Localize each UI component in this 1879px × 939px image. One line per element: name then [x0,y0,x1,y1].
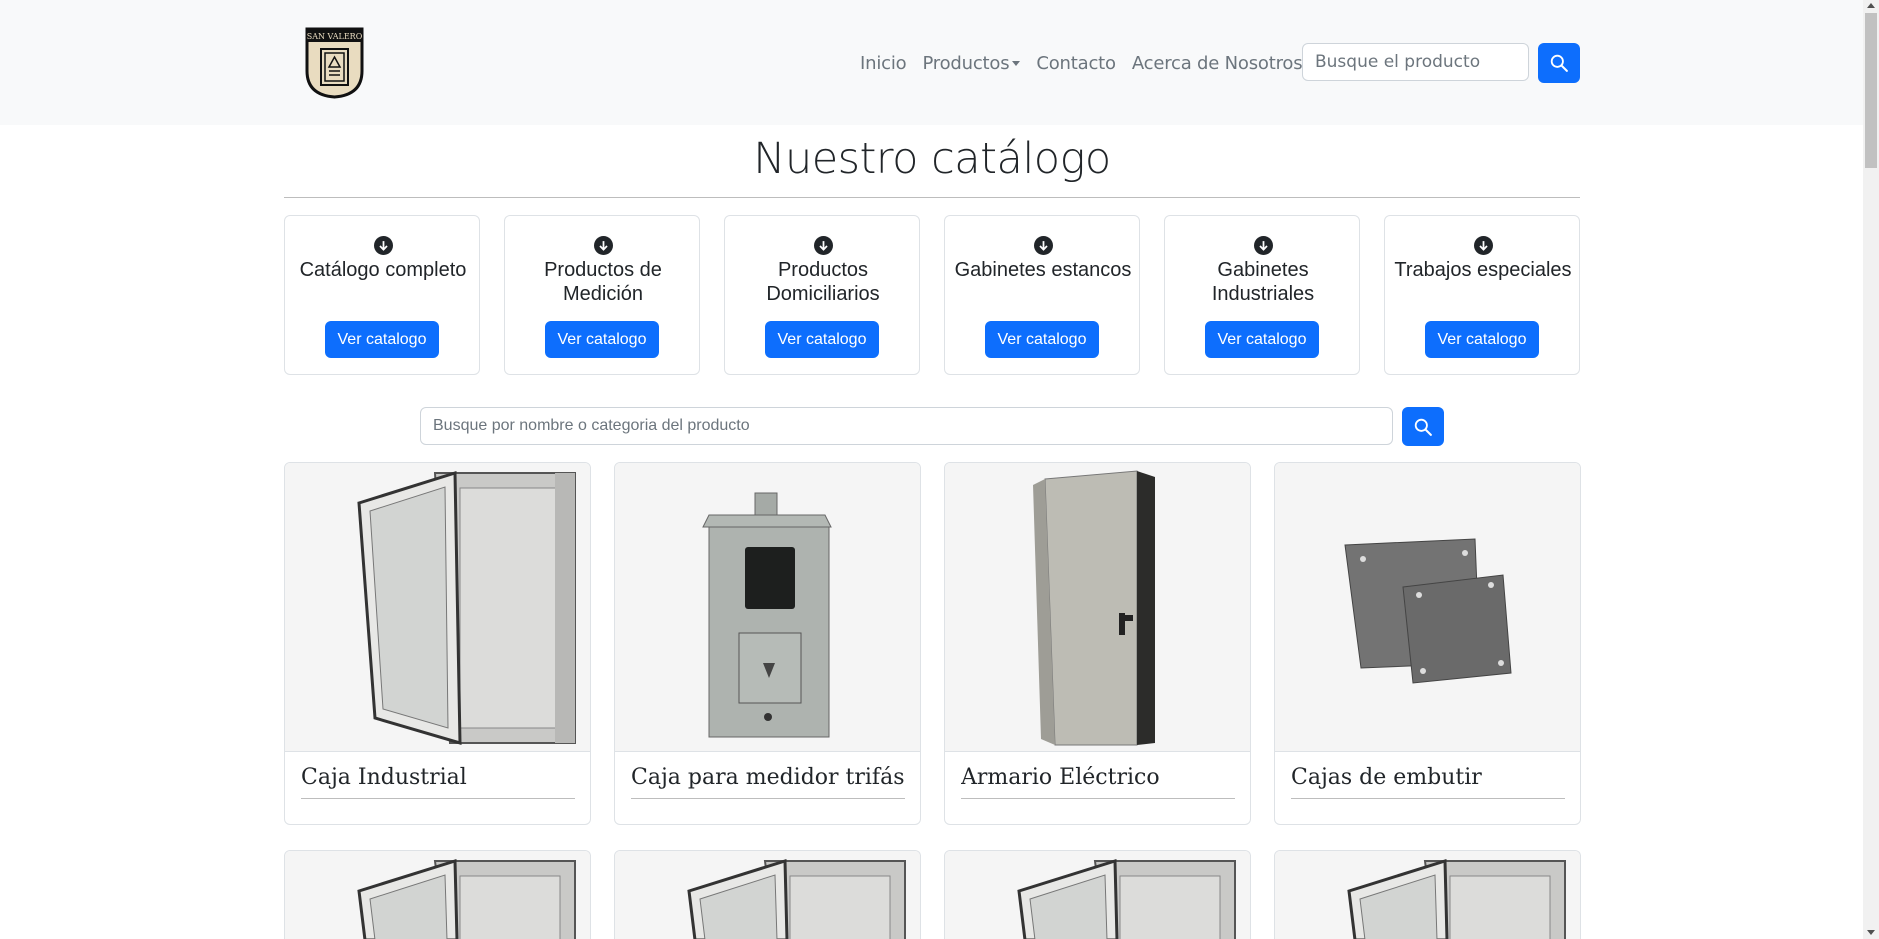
category-title: Gabinetes estancos [954,259,1132,281]
arrow-down-circle-icon [814,236,833,255]
product-image[interactable] [615,851,920,939]
ver-catalogo-button[interactable]: Ver catalogo [765,321,879,358]
product-image[interactable] [285,851,590,939]
divider [284,197,1580,198]
category-card: Catálogo completo Ver catalogo [284,215,480,375]
ver-catalogo-button[interactable]: Ver catalogo [1425,321,1539,358]
nav-search-button[interactable] [1538,43,1580,83]
product-name[interactable]: Caja para medidor trifásico [631,765,905,799]
page-title: Nuestro catálogo [753,134,1111,184]
product-image[interactable] [1275,463,1580,752]
search-icon [1550,54,1568,72]
nav-item-acerca[interactable]: Acerca de Nosotros [1132,53,1314,74]
product-card[interactable] [1274,850,1581,939]
category-card: Productos de Medición Ver catalogo [504,215,700,375]
product-card[interactable] [284,850,591,939]
scroll-thumb[interactable] [1865,13,1877,168]
category-card: Trabajos especiales Ver catalogo [1384,215,1580,375]
category-title: Gabinetes Industriales [1211,259,1315,305]
nav-item-inicio[interactable]: Inicio [860,52,907,74]
product-search-button[interactable] [1402,407,1444,446]
nav-item-label: Contacto [1036,52,1116,74]
nav-item-contacto[interactable]: Contacto [1036,52,1116,74]
product-image[interactable] [945,851,1250,939]
arrow-down-circle-icon [374,236,393,255]
navbar: SAN VALERO Inicio Productos Contacto Ace… [0,0,1863,125]
product-card[interactable] [944,850,1251,939]
product-card[interactable]: Armario Eléctrico [944,462,1251,825]
nav-item-label: Acerca de Nosotros [1131,52,1303,74]
category-card: Productos Domiciliarios Ver catalogo [724,215,920,375]
category-card: Gabinetes estancos Ver catalogo [944,215,1140,375]
arrow-down-circle-icon [1034,236,1053,255]
search-icon [1414,418,1432,436]
product-image[interactable] [945,463,1250,752]
product-search-input[interactable]: Busque por nombre o categoria del produc… [420,407,1393,445]
product-image[interactable] [615,463,920,752]
category-card: Gabinetes Industriales Ver catalogo [1164,215,1360,375]
nav-item-productos[interactable]: Productos [922,52,1021,74]
product-card[interactable] [614,850,921,939]
nav-item-label: Productos [922,52,1010,74]
svg-text:SAN VALERO: SAN VALERO [307,32,363,41]
category-title: Productos Domiciliarios [766,259,880,305]
ver-catalogo-button[interactable]: Ver catalogo [325,321,439,358]
category-title: Productos de Medición [544,259,662,305]
nav-item-label: Inicio [860,52,907,74]
brand-logo[interactable]: SAN VALERO [305,27,364,99]
product-card[interactable]: Caja Industrial [284,462,591,825]
product-image[interactable] [285,463,590,752]
ver-catalogo-button[interactable]: Ver catalogo [1205,321,1319,358]
category-title: Trabajos especiales [1394,259,1572,281]
arrow-down-circle-icon [1474,236,1493,255]
ver-catalogo-button[interactable]: Ver catalogo [545,321,659,358]
product-name[interactable]: Cajas de embutir [1291,765,1565,799]
caret-down-icon [1012,61,1021,66]
product-image[interactable] [1275,851,1580,939]
scroll-down-icon[interactable] [1867,930,1875,935]
arrow-down-circle-icon [1254,236,1273,255]
product-name[interactable]: Armario Eléctrico [961,765,1235,799]
product-name[interactable]: Caja Industrial [301,765,575,799]
scroll-up-icon[interactable] [1867,3,1875,8]
arrow-down-circle-icon [594,236,613,255]
page-scrollbar[interactable] [1863,0,1879,939]
product-card[interactable]: Caja para medidor trifásico [614,462,921,825]
category-title: Catálogo completo [299,259,467,281]
nav-search-input[interactable]: Busque el producto [1302,43,1529,81]
nav-menu: Inicio Productos Contacto Acerca de Noso… [860,50,1329,76]
ver-catalogo-button[interactable]: Ver catalogo [985,321,1099,358]
product-card[interactable]: Cajas de embutir [1274,462,1581,825]
